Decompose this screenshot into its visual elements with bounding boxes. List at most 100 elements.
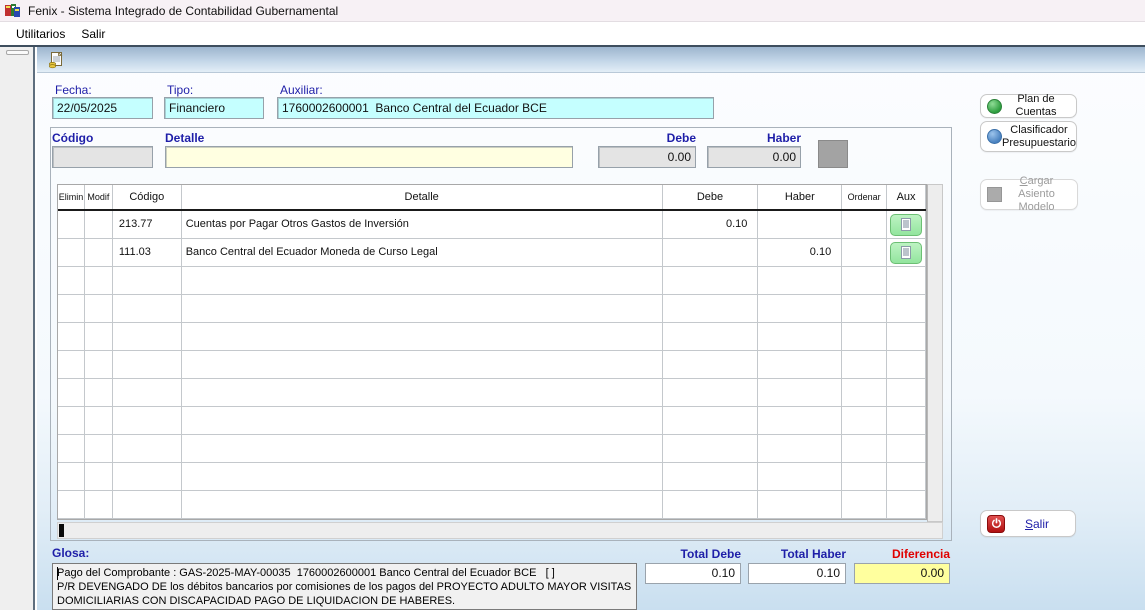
- table-cell: [182, 491, 663, 519]
- glosa-textarea[interactable]: Pago del Comprobante : GAS-2025-MAY-0003…: [52, 563, 637, 610]
- total-debe-field: 0.10: [645, 563, 741, 584]
- table-cell: [842, 267, 887, 295]
- blue-sphere-icon: [987, 129, 1002, 144]
- table-cell: [85, 435, 113, 463]
- table-cell: [85, 351, 113, 379]
- table-cell: [663, 379, 759, 407]
- header-codigo: Código: [113, 185, 182, 209]
- cell-modif[interactable]: [85, 211, 113, 239]
- table-empty-row[interactable]: [58, 407, 926, 435]
- header-ordenar: Ordenar: [842, 185, 887, 209]
- detalle-label: Detalle: [165, 131, 204, 145]
- table-cell: [887, 267, 926, 295]
- cell-detalle: Cuentas por Pagar Otros Gastos de Invers…: [182, 211, 663, 239]
- new-document-button[interactable]: [46, 50, 66, 70]
- salir-label: Salir: [1005, 517, 1069, 531]
- salir-button[interactable]: Salir: [980, 510, 1076, 537]
- total-debe-label: Total Debe: [645, 547, 741, 561]
- glosa-line-2: P/R DEVENGADO DE los débitos bancarios p…: [57, 580, 632, 594]
- window-title: Fenix - Sistema Integrado de Contabilida…: [28, 4, 338, 18]
- table-cell: [113, 435, 182, 463]
- menu-utilitarios[interactable]: Utilitarios: [8, 24, 73, 44]
- auxiliar-label: Auxiliar:: [280, 83, 323, 97]
- header-aux: Aux: [887, 185, 926, 209]
- table-cell: [663, 323, 759, 351]
- scrollbar-thumb[interactable]: [59, 524, 64, 537]
- cell-ordenar[interactable]: [842, 211, 887, 239]
- table-cell: [663, 407, 759, 435]
- codigo-input[interactable]: [52, 146, 153, 168]
- table-empty-row[interactable]: [58, 323, 926, 351]
- note-icon: [901, 246, 912, 259]
- panel-grip-handle[interactable]: [6, 50, 29, 55]
- menu-salir[interactable]: Salir: [73, 24, 113, 44]
- diferencia-label: Diferencia: [854, 547, 950, 561]
- header-detalle: Detalle: [182, 185, 663, 209]
- table-cell: [113, 407, 182, 435]
- table-cell: [85, 295, 113, 323]
- table-cell: [842, 295, 887, 323]
- cell-elimin[interactable]: [58, 239, 85, 267]
- table-cell: [182, 407, 663, 435]
- table-vertical-scrollbar[interactable]: [927, 184, 943, 522]
- aux-detail-button[interactable]: [890, 214, 922, 236]
- table-empty-row[interactable]: [58, 463, 926, 491]
- debe-input[interactable]: 0.00: [598, 146, 696, 168]
- auxiliar-field[interactable]: 1760002600001 Banco Central del Ecuador …: [277, 97, 714, 119]
- cell-debe: 0.10: [663, 211, 759, 239]
- cargar-asiento-modelo-button[interactable]: Cargar Asiento Modelo: [980, 179, 1078, 210]
- table-cell: [182, 267, 663, 295]
- plan-de-cuentas-button[interactable]: Plan de Cuentas: [980, 94, 1077, 118]
- aux-detail-button[interactable]: [890, 242, 922, 264]
- header-debe: Debe: [663, 185, 759, 209]
- table-cell: [113, 463, 182, 491]
- power-icon: [987, 515, 1005, 533]
- tipo-field[interactable]: Financiero: [164, 97, 264, 119]
- table-cell: [663, 491, 759, 519]
- table-empty-row[interactable]: [58, 295, 926, 323]
- table-cell: [113, 267, 182, 295]
- table-cell: [182, 323, 663, 351]
- table-cell: [182, 351, 663, 379]
- cell-ordenar[interactable]: [842, 239, 887, 267]
- table-cell: [887, 435, 926, 463]
- cell-aux: [887, 211, 926, 239]
- add-entry-button[interactable]: [818, 140, 848, 168]
- app-window: Fenix - Sistema Integrado de Contabilida…: [0, 0, 1145, 610]
- tipo-label: Tipo:: [167, 83, 193, 97]
- table-cell: [758, 407, 842, 435]
- left-side-panel: [0, 47, 35, 610]
- table-cell: [758, 491, 842, 519]
- detalle-input[interactable]: [165, 146, 573, 168]
- table-cell: [842, 323, 887, 351]
- header-modif: Modif: [85, 185, 113, 209]
- table-cell: [887, 351, 926, 379]
- table-cell: [182, 435, 663, 463]
- gray-square-icon: [987, 187, 1002, 202]
- cell-modif[interactable]: [85, 239, 113, 267]
- table-header-row: Elimin Modif Código Detalle Debe Haber O…: [58, 185, 926, 211]
- table-cell: [58, 463, 85, 491]
- cell-elimin[interactable]: [58, 211, 85, 239]
- table-cell: [842, 407, 887, 435]
- table-row[interactable]: 213.77 Cuentas por Pagar Otros Gastos de…: [58, 211, 926, 239]
- haber-input[interactable]: 0.00: [707, 146, 801, 168]
- fecha-field[interactable]: 22/05/2025: [52, 97, 153, 119]
- table-cell: [758, 435, 842, 463]
- table-empty-row[interactable]: [58, 351, 926, 379]
- table-cell: [58, 435, 85, 463]
- grid-empty-rows: [58, 267, 926, 519]
- app-icon: [5, 3, 20, 18]
- table-empty-row[interactable]: [58, 491, 926, 519]
- table-row[interactable]: 111.03 Banco Central del Ecuador Moneda …: [58, 239, 926, 267]
- table-empty-row[interactable]: [58, 435, 926, 463]
- table-cell: [887, 379, 926, 407]
- table-cell: [842, 351, 887, 379]
- table-empty-row[interactable]: [58, 267, 926, 295]
- table-cell: [85, 491, 113, 519]
- clasificador-presupuestario-button[interactable]: Clasificador Presupuestario: [980, 121, 1077, 152]
- toolbar: [37, 47, 1145, 73]
- table-empty-row[interactable]: [58, 379, 926, 407]
- cell-haber: 0.10: [758, 239, 842, 267]
- table-horizontal-scrollbar[interactable]: [57, 522, 943, 539]
